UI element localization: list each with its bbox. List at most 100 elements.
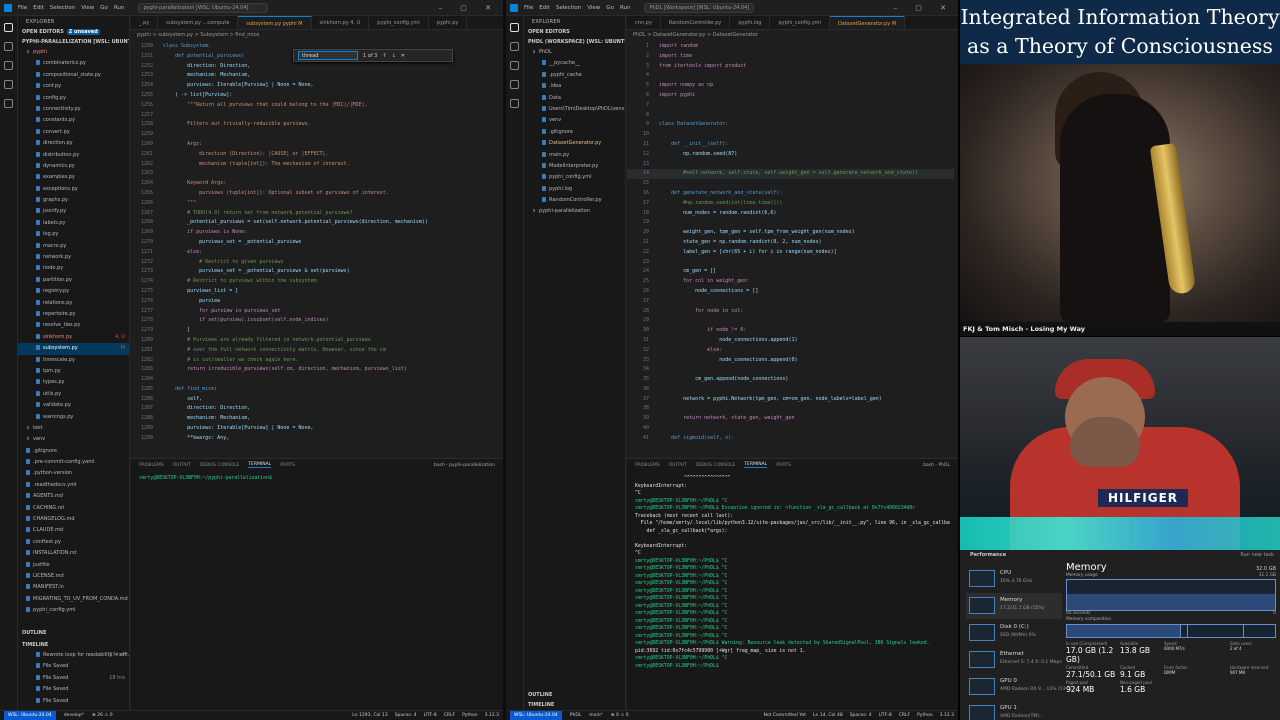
indentation[interactable]: Spaces: 4 bbox=[395, 713, 417, 718]
search-icon[interactable] bbox=[4, 42, 13, 51]
folder-indicator[interactable]: PhDL bbox=[570, 713, 582, 718]
code-editor[interactable]: 1250 class Subsystem: 1251 def potential_p… bbox=[131, 42, 499, 454]
source-control-icon[interactable] bbox=[4, 61, 13, 70]
tree-item[interactable]: RandomController.py bbox=[524, 195, 625, 206]
tree-item[interactable]: CHANGELOG.md bbox=[18, 514, 129, 525]
tree-item[interactable]: partition.py bbox=[18, 275, 129, 286]
tree-item[interactable]: CACHING.rst bbox=[18, 503, 129, 514]
menu-edit[interactable]: Edit bbox=[539, 5, 550, 11]
remote-indicator[interactable]: WSL: Ubuntu-24.04 bbox=[4, 711, 56, 720]
tab-problems[interactable]: PROBLEMS bbox=[635, 463, 660, 468]
language-mode[interactable]: Python bbox=[917, 713, 933, 718]
tree-item[interactable]: .idea bbox=[524, 81, 625, 92]
editor-tab[interactable]: pyphi_config.yml bbox=[770, 16, 830, 29]
tree-item[interactable]: timescale.py bbox=[18, 355, 129, 366]
workspace-section[interactable]: PYPHI-PARALLELIZATION [WSL: UBUNTU-24.04… bbox=[18, 37, 129, 47]
tree-item[interactable]: repertoire.py bbox=[18, 309, 129, 320]
tree-item[interactable]: tpm.py bbox=[18, 366, 129, 377]
problems-indicator[interactable]: ⊗ 0 ⚠ 0 bbox=[611, 713, 629, 718]
tree-item[interactable]: types.py bbox=[18, 377, 129, 388]
tree-item[interactable]: test bbox=[18, 423, 129, 434]
tree-item[interactable]: .readthedocs.yml bbox=[18, 480, 129, 491]
tree-item[interactable]: pyphi bbox=[18, 47, 129, 58]
run-debug-icon[interactable] bbox=[510, 80, 519, 89]
tree-item[interactable]: pyphi_config.yml bbox=[524, 172, 625, 183]
tree-item[interactable]: conf.py bbox=[18, 81, 129, 92]
explorer-icon[interactable] bbox=[4, 23, 13, 32]
menu-edit[interactable]: Edit bbox=[33, 5, 44, 11]
tree-item[interactable]: main.py bbox=[524, 150, 625, 161]
tree-item[interactable]: log.py bbox=[18, 229, 129, 240]
encoding[interactable]: UTF-8 bbox=[424, 713, 437, 718]
tree-item[interactable]: justfile bbox=[18, 560, 129, 571]
tree-item[interactable]: INSTALLATION.rst bbox=[18, 548, 129, 559]
editor-tab[interactable]: sinkhorn.py 4, U bbox=[312, 16, 370, 29]
tree-item[interactable]: warnings.py bbox=[18, 412, 129, 423]
command-center-search[interactable]: pyphi-parallelization [WSL: Ubuntu-24.04… bbox=[138, 2, 269, 13]
search-icon[interactable] bbox=[510, 42, 519, 51]
tree-item[interactable]: .pre-commit-config.yaml bbox=[18, 457, 129, 468]
tree-item[interactable]: MANIFEST.in bbox=[18, 582, 129, 593]
editor-tab[interactable]: _.py bbox=[131, 16, 159, 29]
menu-selection[interactable]: Selection bbox=[50, 5, 75, 11]
run-new-task-button[interactable]: Run new task bbox=[1240, 552, 1274, 558]
tree-item[interactable]: LICENSE.md bbox=[18, 571, 129, 582]
menu-file[interactable]: File bbox=[524, 5, 533, 11]
tree-item[interactable]: CLAUDE.md bbox=[18, 525, 129, 536]
run-debug-icon[interactable] bbox=[4, 80, 13, 89]
tree-item[interactable]: PhDL bbox=[524, 47, 625, 58]
tree-item[interactable]: examples.py bbox=[18, 172, 129, 183]
tree-item[interactable]: venv bbox=[524, 115, 625, 126]
tree-item[interactable]: constants.py bbox=[18, 115, 129, 126]
tree-item[interactable]: graphs.py bbox=[18, 195, 129, 206]
tree-item[interactable]: __pycache__ bbox=[524, 58, 625, 69]
terminal-name[interactable]: bash - pyphi-parallelization bbox=[434, 463, 503, 468]
tree-item[interactable]: connectivity.py bbox=[18, 104, 129, 115]
tree-item[interactable]: compositional_state.py bbox=[18, 70, 129, 81]
perf-item-cpu[interactable]: CPU 16% 4.76 GHz bbox=[966, 566, 1062, 592]
menu-file[interactable]: File bbox=[18, 5, 27, 11]
line-ending[interactable]: CRLF bbox=[899, 713, 910, 718]
timeline-entry[interactable]: File Saved 18 hrs bbox=[18, 673, 129, 684]
tree-item[interactable]: subsystem.py M bbox=[18, 343, 129, 355]
tree-item[interactable]: .gitignore bbox=[524, 127, 625, 138]
extensions-icon[interactable] bbox=[4, 99, 13, 108]
tab-problems[interactable]: PROBLEMS bbox=[139, 463, 164, 468]
find-next-icon[interactable]: ↓ bbox=[392, 53, 396, 59]
tree-item[interactable]: Data bbox=[524, 93, 625, 104]
branch-indicator[interactable]: develop* bbox=[64, 713, 84, 718]
tab-terminal[interactable]: TERMINAL bbox=[248, 462, 272, 468]
tree-item[interactable]: conftest.py bbox=[18, 537, 129, 548]
tree-item[interactable]: network.py bbox=[18, 252, 129, 263]
find-close-icon[interactable]: ✕ bbox=[401, 53, 405, 59]
perf-item-ethernet[interactable]: Ethernet Ethernet S: 7.4 R: 0.1 Mbps bbox=[966, 647, 1062, 673]
line-ending[interactable]: CRLF bbox=[444, 713, 455, 718]
find-input[interactable]: thread bbox=[298, 51, 358, 60]
timeline-entry[interactable]: File Saved bbox=[18, 696, 129, 707]
tree-item[interactable]: MIGRATING_TO_UV_FROM_CONDA.md bbox=[18, 594, 129, 605]
menu-view[interactable]: View bbox=[81, 5, 94, 11]
source-control-icon[interactable] bbox=[510, 61, 519, 70]
git-blame[interactable]: Not Committed Yet bbox=[764, 713, 807, 718]
tree-item[interactable]: pyphi_config.yml bbox=[18, 605, 129, 616]
tree-item[interactable]: distribution.py bbox=[18, 150, 129, 161]
tab-debug-console[interactable]: DEBUG CONSOLE bbox=[696, 463, 735, 468]
tree-item[interactable]: validate.py bbox=[18, 400, 129, 411]
tree-item[interactable]: exceptions.py bbox=[18, 184, 129, 195]
tree-item[interactable]: config.py bbox=[18, 93, 129, 104]
explorer-icon[interactable] bbox=[510, 23, 519, 32]
tree-item[interactable]: sinkhorn.py 4, U bbox=[18, 332, 129, 343]
python-version[interactable]: 3.12.3 bbox=[485, 713, 499, 718]
problems-indicator[interactable]: ⊗ 26 ⚠ 0 bbox=[92, 713, 113, 718]
editor-tab[interactable]: subsystem.py pyphi M bbox=[238, 16, 312, 29]
menu-run[interactable]: Run bbox=[620, 5, 631, 11]
workspace-section[interactable]: PHDL (WORKSPACE) [WSL: UBUNTU-24.04] bbox=[524, 37, 625, 47]
cursor-position[interactable]: Ln 1293, Col 13 bbox=[352, 713, 387, 718]
tree-item[interactable]: macro.py bbox=[18, 241, 129, 252]
tab-ports[interactable]: PORTS bbox=[776, 463, 791, 468]
tree-item[interactable]: DatasetGenerator.py bbox=[524, 138, 625, 149]
editor-tab[interactable]: subsystem.py ...compute bbox=[158, 16, 239, 29]
editor-tab[interactable]: cnn.py bbox=[627, 16, 661, 29]
menu-view[interactable]: View bbox=[587, 5, 600, 11]
perf-item-gpu-0[interactable]: GPU 0 AMD Radeon RX 9... 13% (53 °C) bbox=[966, 674, 1074, 700]
